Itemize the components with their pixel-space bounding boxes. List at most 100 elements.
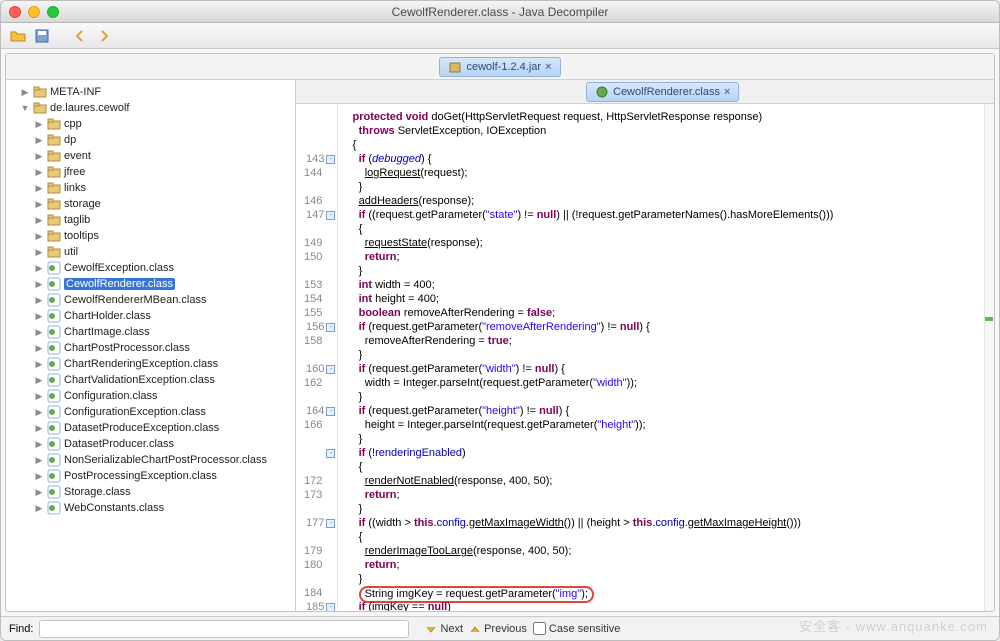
tree-package-item[interactable]: ▶ taglib <box>6 212 295 228</box>
tree-expand-icon[interactable]: ▶ <box>34 375 44 386</box>
find-next-button[interactable]: Next <box>425 623 463 635</box>
case-sensitive-toggle[interactable]: Case sensitive <box>533 622 621 635</box>
tree-class-item[interactable]: ▶DatasetProducer.class <box>6 436 295 452</box>
tree-class-item[interactable]: ▶ChartPostProcessor.class <box>6 340 295 356</box>
tree-package-item[interactable]: ▶tooltips <box>6 228 295 244</box>
tree-package-item[interactable]: ▼de.laures.cewolf <box>6 100 295 116</box>
nav-back-button[interactable] <box>71 27 89 45</box>
open-file-button[interactable] <box>9 27 27 45</box>
tree-expand-icon[interactable]: ▶ <box>34 119 44 130</box>
tree-expand-icon[interactable]: ▶ <box>34 167 44 178</box>
class-icon <box>47 405 61 419</box>
jar-tab[interactable]: cewolf-1.2.4.jar × <box>439 57 560 77</box>
tree-class-item[interactable]: ▶Configuration.class <box>6 388 295 404</box>
class-icon <box>595 85 609 99</box>
tree-class-item[interactable]: ▶ ChartValidationException.class <box>6 372 295 388</box>
fold-toggle-icon[interactable]: - <box>326 519 335 528</box>
tree-expand-icon[interactable]: ▶ <box>34 231 44 242</box>
class-icon <box>47 453 61 467</box>
tree-class-item[interactable]: ▶ PostProcessingException.class <box>6 468 295 484</box>
tree-expand-icon[interactable]: ▶ <box>34 487 44 498</box>
tree-item-label: storage <box>64 198 101 210</box>
find-prev-button[interactable]: Previous <box>469 623 527 635</box>
overview-ruler[interactable] <box>984 104 994 611</box>
class-icon <box>47 357 61 371</box>
tree-expand-icon[interactable]: ▶ <box>34 407 44 418</box>
tree-class-item[interactable]: ▶ CewolfException.class <box>6 260 295 276</box>
tree-expand-icon[interactable]: ▶ <box>34 343 44 354</box>
fold-toggle-icon[interactable]: - <box>326 603 335 612</box>
tree-expand-icon[interactable]: ▶ <box>34 423 44 434</box>
tree-class-item[interactable]: ▶ConfigurationException.class <box>6 404 295 420</box>
tree-item-label: CewolfRendererMBean.class <box>64 294 206 306</box>
package-icon <box>33 85 47 99</box>
tree-expand-icon[interactable]: ▶ <box>34 263 44 274</box>
tree-expand-icon[interactable]: ▶ <box>34 247 44 258</box>
tree-expand-icon[interactable]: ▶ <box>34 183 44 194</box>
tree-expand-icon[interactable]: ▶ <box>34 215 44 226</box>
nav-forward-button[interactable] <box>95 27 113 45</box>
tree-expand-icon[interactable]: ▶ <box>34 391 44 402</box>
tree-class-item[interactable]: ▶ DatasetProduceException.class <box>6 420 295 436</box>
tree-item-label: taglib <box>64 214 90 226</box>
titlebar: CewolfRenderer.class - Java Decompiler <box>1 1 999 23</box>
tree-expand-icon[interactable]: ▶ <box>34 295 44 306</box>
tree-expand-icon[interactable]: ▶ <box>34 455 44 466</box>
tree-expand-icon[interactable]: ▶ <box>34 439 44 450</box>
save-button[interactable] <box>33 27 51 45</box>
tree-expand-icon[interactable]: ▶ <box>20 87 30 98</box>
fold-toggle-icon[interactable]: - <box>326 449 335 458</box>
tree-package-item[interactable]: ▶links <box>6 180 295 196</box>
find-input[interactable] <box>39 620 409 638</box>
package-icon <box>47 117 61 131</box>
tree-class-item[interactable]: ▶ CewolfRendererMBean.class <box>6 292 295 308</box>
tree-package-item[interactable]: ▶ storage <box>6 196 295 212</box>
tree-class-item[interactable]: ▶CewolfRenderer.class <box>6 276 295 292</box>
tree-expand-icon[interactable]: ▶ <box>34 359 44 370</box>
class-icon <box>47 293 61 307</box>
tree-package-item[interactable]: ▶META-INF <box>6 84 295 100</box>
tree-class-item[interactable]: ▶WebConstants.class <box>6 500 295 516</box>
tree-class-item[interactable]: ▶Storage.class <box>6 484 295 500</box>
tree-item-label: util <box>64 246 78 258</box>
tree-expand-icon[interactable]: ▶ <box>34 151 44 162</box>
main-toolbar <box>1 23 999 49</box>
tree-class-item[interactable]: ▶ChartImage.class <box>6 324 295 340</box>
tree-expand-icon[interactable]: ▶ <box>34 311 44 322</box>
tree-expand-icon[interactable]: ▶ <box>34 279 44 290</box>
tree-expand-icon[interactable]: ▼ <box>20 103 30 113</box>
tree-expand-icon[interactable]: ▶ <box>34 327 44 338</box>
tree-expand-icon[interactable]: ▶ <box>34 199 44 210</box>
close-tab-icon[interactable]: × <box>545 61 551 73</box>
editor-tab[interactable]: CewolfRenderer.class × <box>586 82 739 102</box>
fold-toggle-icon[interactable]: - <box>326 323 335 332</box>
tree-class-item[interactable]: ▶ChartHolder.class <box>6 308 295 324</box>
tree-package-item[interactable]: ▶ event <box>6 148 295 164</box>
tree-expand-icon[interactable]: ▶ <box>34 503 44 514</box>
tree-package-item[interactable]: ▶cpp <box>6 116 295 132</box>
tree-item-label: ChartValidationException.class <box>64 374 215 386</box>
fold-toggle-icon[interactable]: - <box>326 407 335 416</box>
tree-package-item[interactable]: ▶jfree <box>6 164 295 180</box>
fold-toggle-icon[interactable]: - <box>326 211 335 220</box>
tree-expand-icon[interactable]: ▶ <box>34 135 44 146</box>
fold-toggle-icon[interactable]: - <box>326 365 335 374</box>
tree-package-item[interactable]: ▶ util <box>6 244 295 260</box>
tree-item-label: event <box>64 150 91 162</box>
class-icon <box>47 341 61 355</box>
fold-toggle-icon[interactable]: - <box>326 155 335 164</box>
package-tree[interactable]: ▶META-INF▼de.laures.cewolf▶cpp▶dp▶event▶… <box>6 80 296 611</box>
tree-item-label: PostProcessingException.class <box>64 470 217 482</box>
tree-item-label: ChartRenderingException.class <box>64 358 218 370</box>
close-editor-tab-icon[interactable]: × <box>724 86 730 98</box>
tree-expand-icon[interactable]: ▶ <box>34 471 44 482</box>
package-icon <box>47 229 61 243</box>
tree-class-item[interactable]: ▶NonSerializableChartPostProcessor.class <box>6 452 295 468</box>
case-sensitive-checkbox[interactable] <box>533 622 546 635</box>
code-viewer[interactable]: 143-144 146147- 149150 153154155156-158 … <box>296 104 994 611</box>
tree-item-label: CewolfException.class <box>64 262 174 274</box>
tree-class-item[interactable]: ▶ ChartRenderingException.class <box>6 356 295 372</box>
package-icon <box>47 245 61 259</box>
tree-item-label: DatasetProduceException.class <box>64 422 219 434</box>
tree-package-item[interactable]: ▶dp <box>6 132 295 148</box>
